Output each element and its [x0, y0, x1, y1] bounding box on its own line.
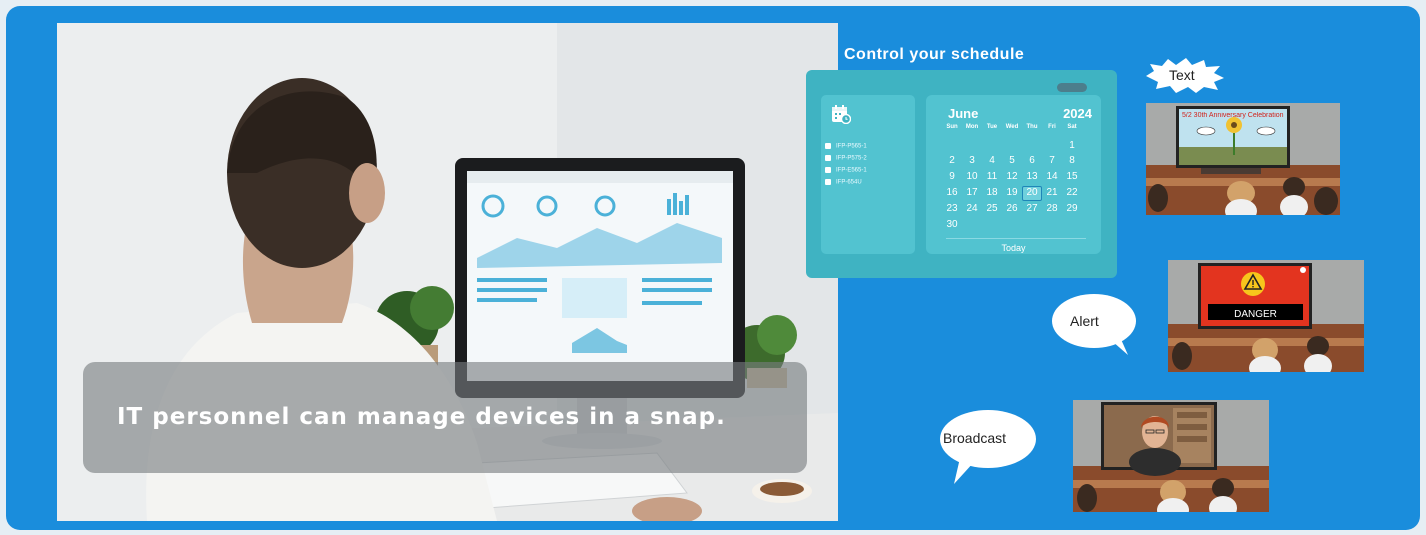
calendar-day[interactable]: 24: [962, 203, 982, 214]
checkbox[interactable]: [825, 179, 831, 185]
device-item[interactable]: IFP-E565-1: [825, 167, 867, 174]
text-label: Text: [1169, 67, 1195, 83]
calendar-day[interactable]: 16: [942, 187, 962, 198]
calendar-month: June: [948, 106, 979, 121]
calendar-day[interactable]: 17: [962, 187, 982, 198]
calendar-year: 2024: [1063, 106, 1092, 121]
text-scene-banner: 5/2 30th Anniversary Celebration: [1182, 112, 1284, 119]
weekday-label: Sun: [946, 124, 958, 130]
calendar-day[interactable]: 28: [1042, 203, 1062, 214]
broadcast-scene: [1073, 400, 1269, 512]
calendar-day[interactable]: 4: [982, 155, 1002, 166]
calendar-day[interactable]: 6: [1022, 155, 1042, 166]
checkbox[interactable]: [825, 155, 831, 161]
calendar-day[interactable]: 21: [1042, 187, 1062, 198]
calendar-day[interactable]: 15: [1062, 171, 1082, 182]
calendar-day[interactable]: 3: [962, 155, 982, 166]
checkbox[interactable]: [825, 143, 831, 149]
calendar-day[interactable]: 2: [942, 155, 962, 166]
calendar-day[interactable]: 22: [1062, 187, 1082, 198]
checkbox[interactable]: [825, 167, 831, 173]
calendar-day[interactable]: 30: [942, 219, 962, 230]
calendar-clock-icon: [831, 104, 852, 125]
divider: [946, 238, 1086, 239]
calendar: June 2024 Today Sun Mon Tue Wed Thu Fri Sat 1 2 3…: [926, 95, 1101, 254]
device-item[interactable]: IFP-654U: [825, 179, 862, 186]
calendar-day[interactable]: 18: [982, 187, 1002, 198]
calendar-day[interactable]: 5: [1002, 155, 1022, 166]
calendar-day[interactable]: 27: [1022, 203, 1042, 214]
calendar-day[interactable]: 14: [1042, 171, 1062, 182]
calendar-day[interactable]: 29: [1062, 203, 1082, 214]
weekday-label: Mon: [965, 124, 979, 130]
schedule-toggle[interactable]: [1057, 83, 1087, 92]
calendar-day[interactable]: 9: [942, 171, 962, 182]
photo-caption: IT personnel can manage devices in a sna…: [117, 404, 726, 430]
alert-message: DANGER: [1234, 309, 1277, 320]
calendar-day[interactable]: 13: [1022, 171, 1042, 182]
calendar-day[interactable]: 23: [942, 203, 962, 214]
device-item[interactable]: IFP-P575-2: [825, 155, 867, 162]
alert-label: Alert: [1070, 313, 1099, 329]
calendar-day[interactable]: 12: [1002, 171, 1022, 182]
calendar-day[interactable]: 1: [1062, 140, 1082, 151]
weekday-label: Thu: [1026, 124, 1038, 130]
calendar-day[interactable]: 25: [982, 203, 1002, 214]
broadcast-label: Broadcast: [943, 430, 1007, 446]
calendar-day[interactable]: 20: [1022, 187, 1042, 198]
device-item[interactable]: IFP-P565-1: [825, 143, 867, 150]
weekday-label: Sat: [1067, 124, 1077, 130]
weekday-label: Tue: [986, 124, 998, 130]
weekday-label: Fri: [1048, 124, 1056, 130]
broadcast-bubble: [936, 406, 1046, 491]
calendar-day[interactable]: 19: [1002, 187, 1022, 198]
schedule-title: Control your schedule: [844, 46, 1025, 63]
calendar-day[interactable]: 8: [1062, 155, 1082, 166]
calendar-day[interactable]: 26: [1002, 203, 1022, 214]
today-button[interactable]: Today: [926, 243, 1101, 253]
weekday-label: Wed: [1005, 124, 1019, 130]
calendar-day[interactable]: 7: [1042, 155, 1062, 166]
calendar-day[interactable]: 10: [962, 171, 982, 182]
calendar-day[interactable]: 11: [982, 171, 1002, 182]
